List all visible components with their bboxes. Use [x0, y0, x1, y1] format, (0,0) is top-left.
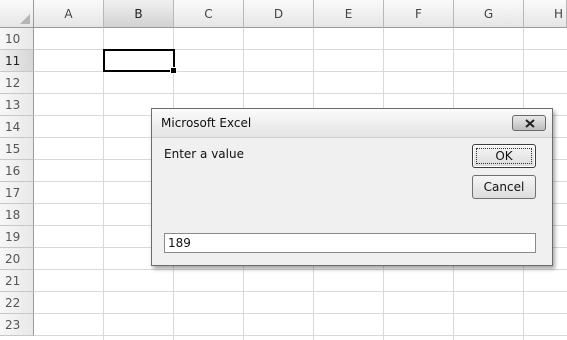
- value-input[interactable]: 189: [164, 233, 536, 253]
- column-header-c[interactable]: C: [174, 0, 244, 28]
- column-header-h[interactable]: H: [524, 0, 567, 28]
- cancel-button[interactable]: Cancel: [472, 175, 536, 199]
- column-header-a[interactable]: A: [34, 0, 104, 28]
- column-header-f[interactable]: F: [384, 0, 454, 28]
- column-header-g[interactable]: G: [454, 0, 524, 28]
- column-header-e[interactable]: E: [314, 0, 384, 28]
- column-header-d[interactable]: D: [244, 0, 314, 28]
- gridline: [34, 269, 567, 270]
- row-header-10[interactable]: 10: [0, 28, 34, 50]
- ok-button[interactable]: OK: [472, 144, 536, 168]
- gridline: [103, 28, 104, 340]
- row-header-21[interactable]: 21: [0, 270, 34, 292]
- gridline: [34, 93, 567, 94]
- dialog-title: Microsoft Excel: [161, 116, 252, 130]
- row-header-19[interactable]: 19: [0, 226, 34, 248]
- row-header-18[interactable]: 18: [0, 204, 34, 226]
- row-header-22[interactable]: 22: [0, 292, 34, 314]
- row-header-12[interactable]: 12: [0, 72, 34, 94]
- row-header-16[interactable]: 16: [0, 160, 34, 182]
- close-icon: [525, 119, 535, 128]
- gridline: [34, 335, 567, 336]
- column-header-b[interactable]: B: [104, 0, 174, 28]
- focus-rectangle: [476, 148, 532, 164]
- row-header-11[interactable]: 11: [0, 50, 34, 72]
- dialog-title-bar[interactable]: Microsoft Excel: [152, 109, 552, 138]
- row-header-15[interactable]: 15: [0, 138, 34, 160]
- gridline: [34, 291, 567, 292]
- row-header-20[interactable]: 20: [0, 248, 34, 270]
- dialog-prompt: Enter a value: [164, 147, 244, 161]
- active-cell-b11[interactable]: [103, 49, 177, 74]
- row-header-14[interactable]: 14: [0, 116, 34, 138]
- cancel-button-label: Cancel: [483, 180, 525, 194]
- row-header-17[interactable]: 17: [0, 182, 34, 204]
- close-button[interactable]: [512, 115, 546, 131]
- input-box-dialog: Microsoft Excel Enter a value OK Cancel …: [151, 108, 553, 266]
- fill-handle[interactable]: [170, 67, 177, 74]
- row-header-13[interactable]: 13: [0, 94, 34, 116]
- select-all-corner[interactable]: [0, 0, 34, 28]
- gridline: [34, 313, 567, 314]
- row-header-23[interactable]: 23: [0, 314, 34, 336]
